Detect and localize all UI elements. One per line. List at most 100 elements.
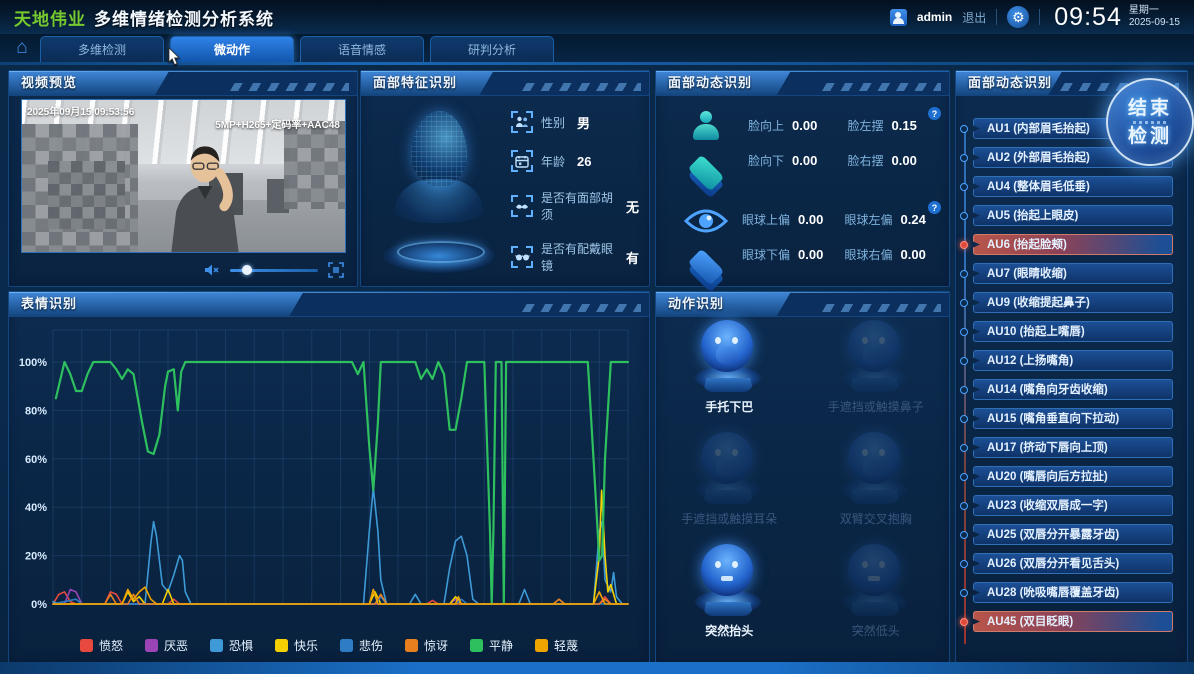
stop-button-divider: [1133, 121, 1167, 124]
au-label[interactable]: AU23 (收缩双唇成一字): [973, 495, 1173, 516]
panel-header: 动作识别: [656, 292, 949, 317]
action-orb-icon: [689, 320, 769, 394]
volume-knob[interactable]: [242, 265, 252, 275]
au-label[interactable]: AU6 (抬起脸颊): [973, 234, 1173, 255]
action-label: 突然低头: [852, 622, 900, 639]
au-status-dot: [960, 154, 968, 162]
panel-header: 面部特征识别: [361, 71, 649, 96]
au-label[interactable]: AU28 (吮吸嘴唇覆盖牙齿): [973, 582, 1173, 603]
system-title: 多维情绪检测分析系统: [94, 5, 274, 30]
au-item-8: AU10 (抬起上嘴唇): [973, 321, 1173, 342]
metric-label: 眼球右偏: [845, 246, 893, 263]
au-status-dot: [960, 560, 968, 568]
action-item-2: 手遮挡或触摸耳朵: [656, 432, 803, 536]
panel-header: 视频预览: [9, 71, 357, 96]
action-orb-icon: [689, 432, 769, 506]
au-label[interactable]: AU26 (双唇分开看见舌头): [973, 553, 1173, 574]
legend-item: 厌恶: [145, 637, 188, 654]
top-header: 天地伟业 多维情绪检测分析系统 admin 退出 ⚙ 09:54 星期一 202…: [0, 0, 1194, 34]
metric-value: 0.00: [798, 212, 823, 227]
logout-button[interactable]: 退出: [962, 9, 986, 26]
metric-value: 0.00: [792, 118, 817, 133]
panel-header: 表情识别: [9, 292, 649, 317]
panel-title: 动作识别: [656, 292, 949, 316]
au-label[interactable]: AU17 (挤动下唇向上顶): [973, 437, 1173, 458]
video-timestamp: 2025年09月15 09:53:56: [27, 103, 134, 118]
legend-item: 恐惧: [210, 637, 253, 654]
footer-bar: [0, 662, 1194, 674]
chart-legend: 愤怒厌恶恐惧快乐悲伤惊讶平静轻蔑: [9, 637, 649, 654]
legend-item: 悲伤: [340, 637, 383, 654]
tab-2[interactable]: 语音情感: [300, 36, 424, 62]
stop-button-label-2: 检测: [1128, 125, 1172, 148]
au-label[interactable]: AU45 (双目眨眼): [973, 611, 1173, 632]
au-label[interactable]: AU12 (上扬嘴角): [973, 350, 1173, 371]
metric-label: 眼球上偏: [742, 211, 790, 228]
au-label[interactable]: AU25 (双唇分开暴露牙齿): [973, 524, 1173, 545]
action-item-1: 手遮挡或触摸鼻子: [803, 320, 950, 424]
metric-value: 0.00: [798, 247, 823, 262]
metric-label: 眼球下偏: [742, 246, 790, 263]
au-label[interactable]: AU14 (嘴角向牙齿收缩): [973, 379, 1173, 400]
au-status-dot: [960, 299, 968, 307]
action-label: 手遮挡或触摸鼻子: [828, 398, 924, 415]
clock: 09:54 星期一 2025-09-15: [1054, 3, 1180, 32]
au-status-dot: [960, 618, 968, 626]
action-orb-icon: [836, 544, 916, 618]
panel-header: 面部动态识别: [656, 71, 949, 96]
au-item-3: AU4 (整体眉毛低垂): [973, 176, 1173, 197]
legend-swatch: [80, 639, 93, 652]
privacy-mosaic: [48, 161, 126, 229]
head-pose-icon: [678, 111, 734, 183]
au-item-12: AU17 (挤动下唇向上顶): [973, 437, 1173, 458]
volume-slider[interactable]: [230, 269, 318, 272]
metric-value: 0.15: [892, 118, 917, 133]
au-label[interactable]: AU15 (嘴角垂直向下拉动): [973, 408, 1173, 429]
tab-0[interactable]: 多维检测: [40, 36, 164, 62]
video-controls: [21, 260, 344, 280]
legend-label: 悲伤: [359, 637, 383, 654]
action-item-4: 突然抬头: [656, 544, 803, 648]
brand-logo: 天地伟业: [14, 5, 86, 30]
au-label[interactable]: AU9 (收缩提起鼻子): [973, 292, 1173, 313]
au-label[interactable]: AU20 (嘴唇向后方拉扯): [973, 466, 1173, 487]
au-label[interactable]: AU5 (抬起上眼皮): [973, 205, 1173, 226]
face-dynamics-panel: 面部动态识别 ? 脸向上0.00 脸左摆0.15 脸向下0.00 脸右摆0.00…: [655, 70, 950, 287]
au-label[interactable]: AU10 (抬起上嘴唇): [973, 321, 1173, 342]
legend-item: 快乐: [275, 637, 318, 654]
fullscreen-icon[interactable]: [328, 262, 344, 278]
stop-detection-button[interactable]: 结束 检测: [1106, 78, 1194, 166]
action-item-3: 双臂交叉抱胸: [803, 432, 950, 536]
au-item-9: AU12 (上扬嘴角): [973, 350, 1173, 371]
au-status-dot: [960, 386, 968, 394]
action-label: 手遮挡或触摸耳朵: [681, 510, 777, 527]
beard-icon: [511, 195, 533, 217]
metric-label: 脸向上: [748, 117, 784, 134]
mute-icon[interactable]: [204, 262, 220, 278]
feature-value: 男: [577, 113, 590, 132]
divider: [996, 9, 997, 25]
expression-chart: 0%20%40%60%80%100%: [13, 322, 643, 614]
au-label[interactable]: AU4 (整体眉毛低垂): [973, 176, 1173, 197]
au-item-18: AU45 (双目眨眼): [973, 611, 1173, 632]
feature-label: 是否有面部胡须: [541, 189, 614, 223]
panel-title: 面部特征识别: [361, 71, 649, 95]
tab-1[interactable]: 微动作: [170, 36, 294, 62]
settings-gear-icon[interactable]: ⚙: [1007, 6, 1029, 28]
au-status-dot: [960, 589, 968, 597]
video-player[interactable]: 2025年09月15 09:53:56 5MP+H265+定码率+AAC48: [21, 99, 346, 253]
au-item-10: AU14 (嘴角向牙齿收缩): [973, 379, 1173, 400]
divider: [1039, 9, 1040, 25]
svg-text:20%: 20%: [25, 551, 47, 563]
au-list: AU1 (内部眉毛抬起) AU2 (外部眉毛抬起) AU4 (整体眉毛低垂) A…: [956, 95, 1187, 662]
feature-label: 性别: [541, 114, 565, 131]
au-label[interactable]: AU7 (眼睛收缩): [973, 263, 1173, 284]
action-item-0: 手托下巴: [656, 320, 803, 424]
au-item-14: AU23 (收缩双唇成一字): [973, 495, 1173, 516]
au-status-dot: [960, 444, 968, 452]
clock-date: 2025-09-15: [1129, 17, 1180, 29]
tab-3[interactable]: 研判分析: [430, 36, 554, 62]
au-status-dot: [960, 415, 968, 423]
home-icon[interactable]: ⌂: [12, 38, 32, 58]
legend-item: 惊讶: [405, 637, 448, 654]
